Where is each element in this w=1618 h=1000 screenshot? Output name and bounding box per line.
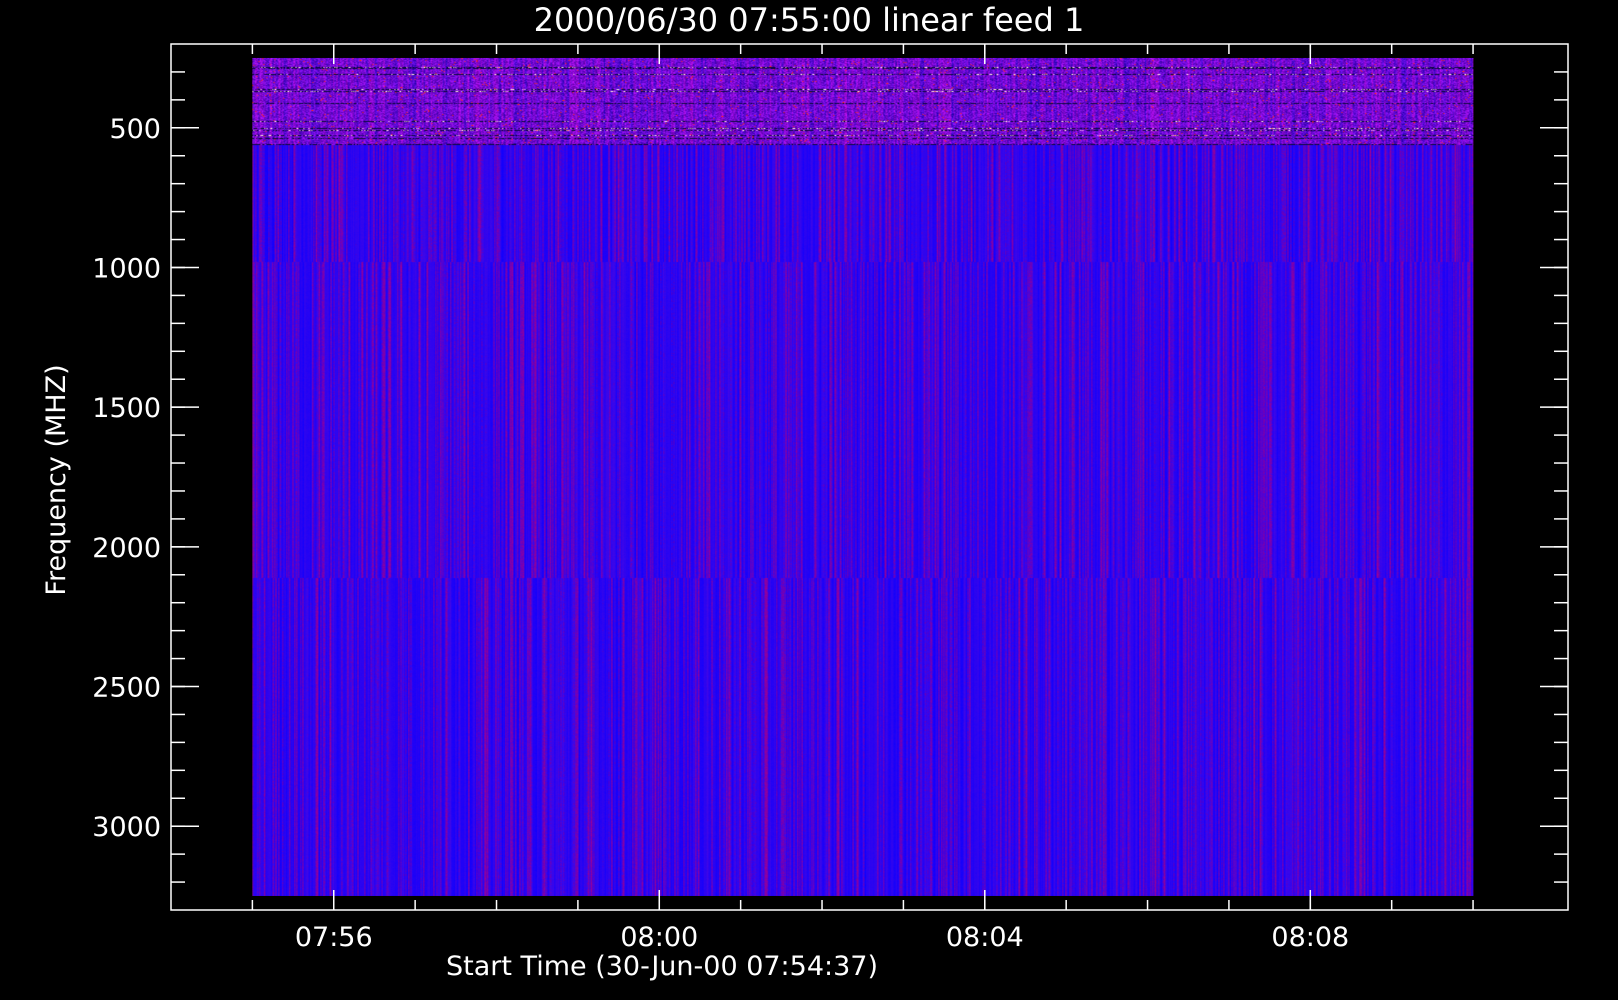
y-tick-label: 3000	[92, 812, 161, 843]
spectrogram-chart: 07:56 08:00 08:04 08:08 500 1000 1500 2000 2500…	[0, 0, 1618, 1000]
x-tick-label: 07:56	[295, 922, 373, 953]
y-tick-label: 1500	[92, 393, 161, 424]
x-tick-label: 08:04	[946, 922, 1024, 953]
chart-title: 2000/06/30 07:55:00 linear feed 1	[534, 1, 1085, 39]
y-axis-label: Frequency (MHZ)	[41, 364, 72, 595]
y-tick-label: 1000	[92, 253, 161, 284]
x-axis-label: Start Time (30-Jun-00 07:54:37)	[446, 951, 878, 982]
y-tick-label: 500	[109, 114, 161, 145]
heatmap-layer	[252, 57, 1474, 896]
x-tick-label: 08:00	[620, 922, 698, 953]
spectrogram-heatmap	[252, 57, 1474, 896]
spectrogram-svg: 07:56 08:00 08:04 08:08 500 1000 1500 2000 2500…	[41, 1, 1569, 982]
y-tick-label: 2500	[92, 673, 161, 704]
x-tick-label: 08:08	[1271, 922, 1349, 953]
y-tick-label: 2000	[92, 533, 161, 564]
